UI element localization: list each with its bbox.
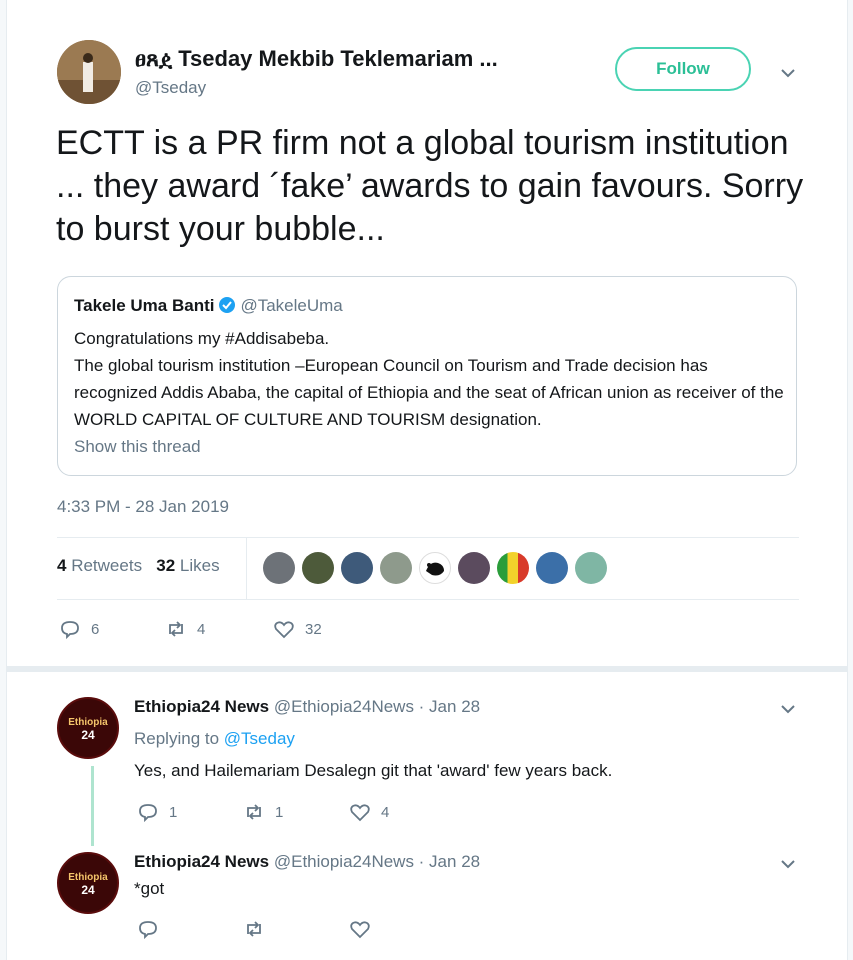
bird-icon — [426, 562, 444, 576]
liker-avatar[interactable] — [302, 552, 334, 584]
avatar-logo-number: 24 — [81, 883, 95, 897]
retweet-icon — [247, 921, 261, 937]
quoted-tweet-body: Congratulations my #Addisabeba. The glob… — [74, 325, 784, 433]
verified-icon — [219, 297, 236, 313]
author-display-name[interactable]: ፀጸዸ Tseday Mekbib Teklemariam ... — [135, 46, 498, 72]
like-count: 4 — [381, 803, 390, 821]
tweet-detail-panel: ፀጸዸ Tseday Mekbib Teklemariam ... @Tseda… — [6, 0, 848, 960]
avatar-logo-number: 24 — [81, 728, 95, 742]
like-button[interactable]: 32 — [273, 618, 322, 640]
quoted-line-2: The global tourism institution –European… — [74, 356, 784, 429]
reply-author[interactable]: Ethiopia24 News @Ethiopia24News · Jan 28 — [134, 852, 480, 872]
follow-button[interactable]: Follow — [615, 47, 751, 91]
chevron-down-icon — [781, 860, 795, 869]
author-avatar[interactable] — [57, 40, 121, 104]
tweet-timestamp[interactable]: 4:33 PM - 28 Jan 2019 — [57, 497, 229, 517]
retweet-count: 4 — [197, 620, 206, 638]
quoted-author-name: Takele Uma Banti — [74, 296, 215, 315]
quoted-author-handle: @TakeleUma — [240, 296, 343, 315]
chevron-down-icon — [781, 69, 795, 78]
reply-button[interactable] — [137, 918, 159, 940]
reply-icon — [139, 921, 157, 940]
retweet-count: 1 — [275, 803, 284, 821]
liker-avatar[interactable] — [263, 552, 295, 584]
thread-connector — [91, 766, 94, 846]
tweet-menu-chevron[interactable] — [779, 64, 797, 87]
reply-text: *got — [134, 879, 165, 898]
reply-button[interactable]: 1 — [137, 801, 177, 823]
retweet-button[interactable]: 1 — [243, 801, 283, 823]
tweet-stats: 4 Retweets 32 Likes — [57, 556, 220, 576]
reply-author-avatar[interactable]: Ethiopia 24 — [57, 697, 119, 759]
reply-text: Yes, and Hailemariam Desalegn git that '… — [134, 761, 613, 780]
reply-count: 6 — [91, 620, 100, 638]
likers-avatars — [263, 552, 607, 584]
reply-author-name: Ethiopia24 News — [134, 697, 270, 716]
author-handle[interactable]: @Tseday — [135, 78, 206, 98]
divider — [57, 599, 799, 600]
like-button[interactable]: 4 — [349, 801, 389, 823]
liker-avatar[interactable] — [341, 552, 373, 584]
quoted-author[interactable]: Takele Uma Banti @TakeleUma — [74, 296, 343, 316]
reply-button[interactable]: 6 — [59, 618, 99, 640]
reply-menu-chevron[interactable] — [779, 855, 797, 878]
liker-avatar[interactable] — [575, 552, 607, 584]
liker-avatar[interactable] — [380, 552, 412, 584]
reply-menu-chevron[interactable] — [779, 700, 797, 723]
avatar-logo-text: Ethiopia — [68, 872, 108, 883]
reply-author[interactable]: Ethiopia24 News @Ethiopia24News · Jan 28 — [134, 697, 480, 717]
chevron-down-icon — [781, 705, 795, 714]
heart-icon — [350, 921, 370, 939]
retweets-stat[interactable]: 4 Retweets — [57, 556, 142, 575]
section-divider — [7, 666, 847, 672]
liker-avatar[interactable] — [458, 552, 490, 584]
liker-avatar[interactable] — [536, 552, 568, 584]
divider — [246, 537, 247, 599]
liker-avatar[interactable] — [419, 552, 451, 584]
like-count: 32 — [305, 620, 322, 638]
retweet-icon — [247, 804, 261, 820]
heart-icon — [274, 621, 294, 639]
avatar-logo-text: Ethiopia — [68, 717, 108, 728]
likes-stat[interactable]: 32 Likes — [156, 556, 219, 575]
retweet-button[interactable]: 4 — [165, 618, 205, 640]
reply-icon — [139, 804, 157, 823]
quoted-line-1: Congratulations my #Addisabeba. — [74, 329, 330, 348]
divider — [57, 537, 799, 538]
replying-to: Replying to @Tseday — [134, 729, 295, 748]
reply-author-avatar[interactable]: Ethiopia 24 — [57, 852, 119, 914]
like-button[interactable] — [349, 918, 371, 940]
retweet-icon — [169, 621, 183, 637]
show-thread-link[interactable]: Show this thread — [74, 437, 201, 457]
liker-avatar[interactable] — [497, 552, 529, 584]
quoted-tweet[interactable]: Takele Uma Banti @TakeleUma Congratulatio… — [57, 276, 797, 476]
reply-handle-date: @Ethiopia24News · Jan 28 — [273, 852, 481, 871]
heart-icon — [350, 804, 370, 822]
reply-count: 1 — [169, 803, 178, 821]
retweet-button[interactable] — [243, 918, 265, 940]
tweet-text: ECTT is a PR firm not a global tourism i… — [56, 124, 804, 248]
reply-author-name: Ethiopia24 News — [134, 852, 270, 871]
reply-handle-date: @Ethiopia24News · Jan 28 — [273, 697, 481, 716]
reply-icon — [61, 621, 79, 640]
replying-to-handle[interactable]: @Tseday — [224, 729, 295, 748]
